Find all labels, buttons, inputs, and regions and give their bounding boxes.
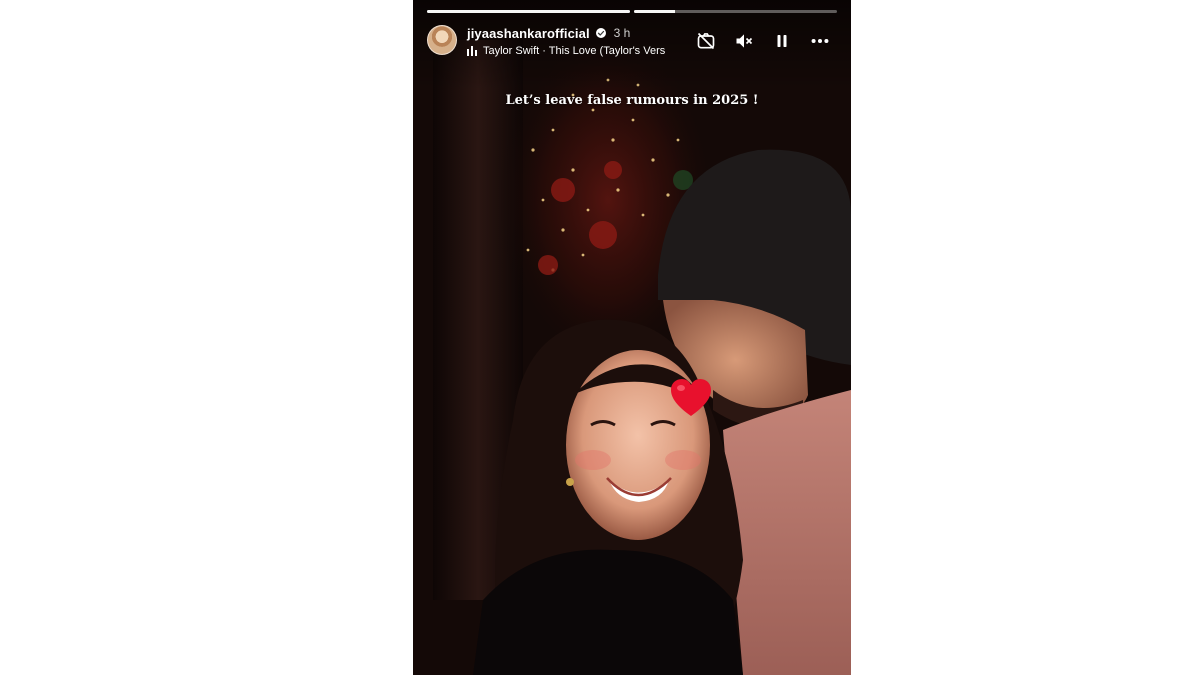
speaker-muted-icon [736, 34, 753, 48]
music-bars-icon [467, 46, 477, 56]
story-viewer[interactable]: jiyaashankarofficial 3 h Taylor Swift · … [413, 0, 851, 675]
username-line: jiyaashankarofficial 3 h [467, 24, 630, 42]
progress-segment [427, 10, 630, 13]
username[interactable]: jiyaashankarofficial [467, 26, 590, 41]
pause-button[interactable] [771, 30, 793, 52]
camera-off-button[interactable] [695, 30, 717, 52]
progress-fill [427, 10, 630, 13]
story-progress [427, 10, 837, 13]
pause-icon [777, 35, 787, 47]
page: jiyaashankarofficial 3 h Taylor Swift · … [0, 0, 1200, 675]
music-attribution[interactable]: Taylor Swift · This Love (Taylor's Vers [467, 43, 697, 59]
more-dots-icon [811, 38, 829, 44]
music-track-label: Taylor Swift · This Love (Taylor's Vers [483, 45, 666, 57]
camera-off-icon [697, 32, 715, 50]
verified-badge-icon [595, 28, 606, 38]
post-time: 3 h [613, 26, 631, 40]
progress-segment [634, 10, 837, 13]
story-controls [695, 28, 831, 54]
mute-button[interactable] [733, 30, 755, 52]
more-options-button[interactable] [809, 30, 831, 52]
progress-fill [634, 10, 675, 13]
story-caption: Let’s leave false rumours in 2025 ! [505, 93, 759, 108]
story-header: jiyaashankarofficial 3 h Taylor Swift · … [427, 24, 837, 58]
avatar[interactable] [427, 25, 457, 55]
heart-emoji-sticker [671, 379, 711, 416]
